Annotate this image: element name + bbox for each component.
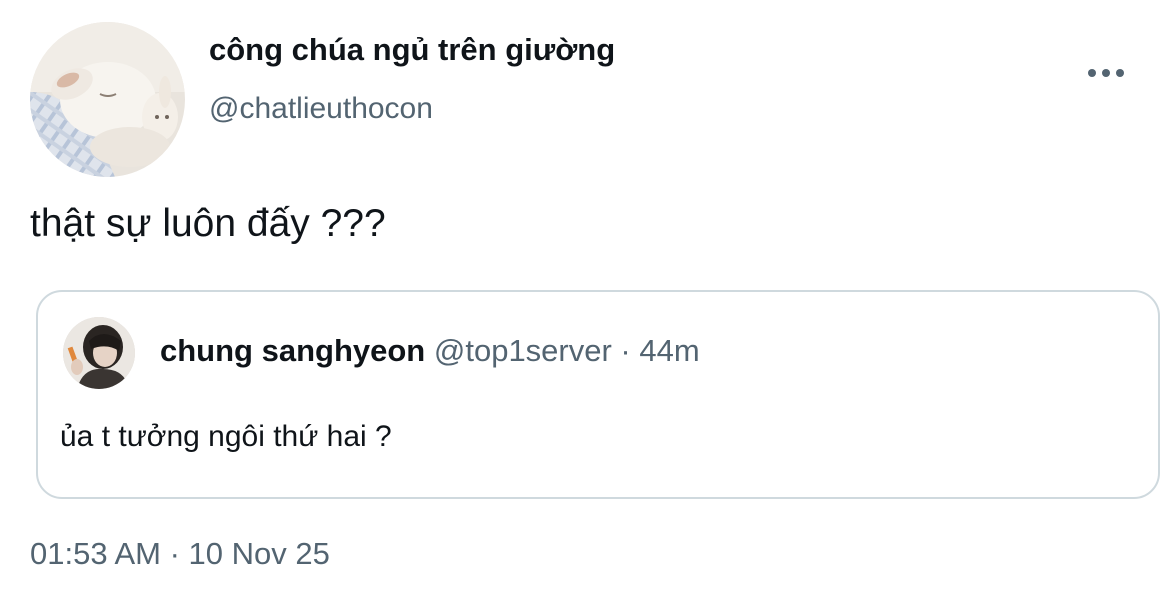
timestamp-date: 10 Nov 25 [188, 536, 330, 571]
timestamp-separator: · [160, 536, 189, 571]
quoted-tweet-text: ủa t tưởng ngôi thứ hai ? [60, 420, 392, 453]
quoted-handle-text: @top1server [433, 333, 612, 368]
more-dots-icon [1088, 69, 1124, 77]
author-avatar[interactable] [30, 22, 185, 177]
person-avatar-image [63, 317, 135, 389]
author-display-name[interactable]: công chúa ngủ trên giường [209, 32, 615, 68]
quoted-time-ago[interactable]: 44m [639, 333, 699, 368]
quoted-author-handle[interactable]: @top1server [434, 333, 612, 368]
tweet-timestamp[interactable]: 01:53 AM · 10 Nov 25 [30, 536, 330, 572]
quoted-tweet-header: chung sanghyeon @top1server · 44m [160, 333, 700, 369]
timestamp-time: 01:53 AM [30, 536, 161, 571]
sleeping-bunny-avatar-image [30, 22, 185, 177]
more-options-button[interactable] [1080, 58, 1132, 88]
author-handle[interactable]: @chatlieuthocon [209, 92, 433, 126]
quoted-tweet-card[interactable]: chung sanghyeon @top1server · 44m ủa t t… [36, 290, 1160, 499]
tweet: công chúa ngủ trên giường @chatlieuthoco… [0, 0, 1169, 606]
quoted-author-avatar[interactable] [63, 317, 135, 389]
quoted-author-display-name[interactable]: chung sanghyeon [160, 333, 425, 368]
quoted-separator: · [611, 333, 640, 368]
tweet-text: thật sự luôn đấy ??? [30, 202, 386, 245]
